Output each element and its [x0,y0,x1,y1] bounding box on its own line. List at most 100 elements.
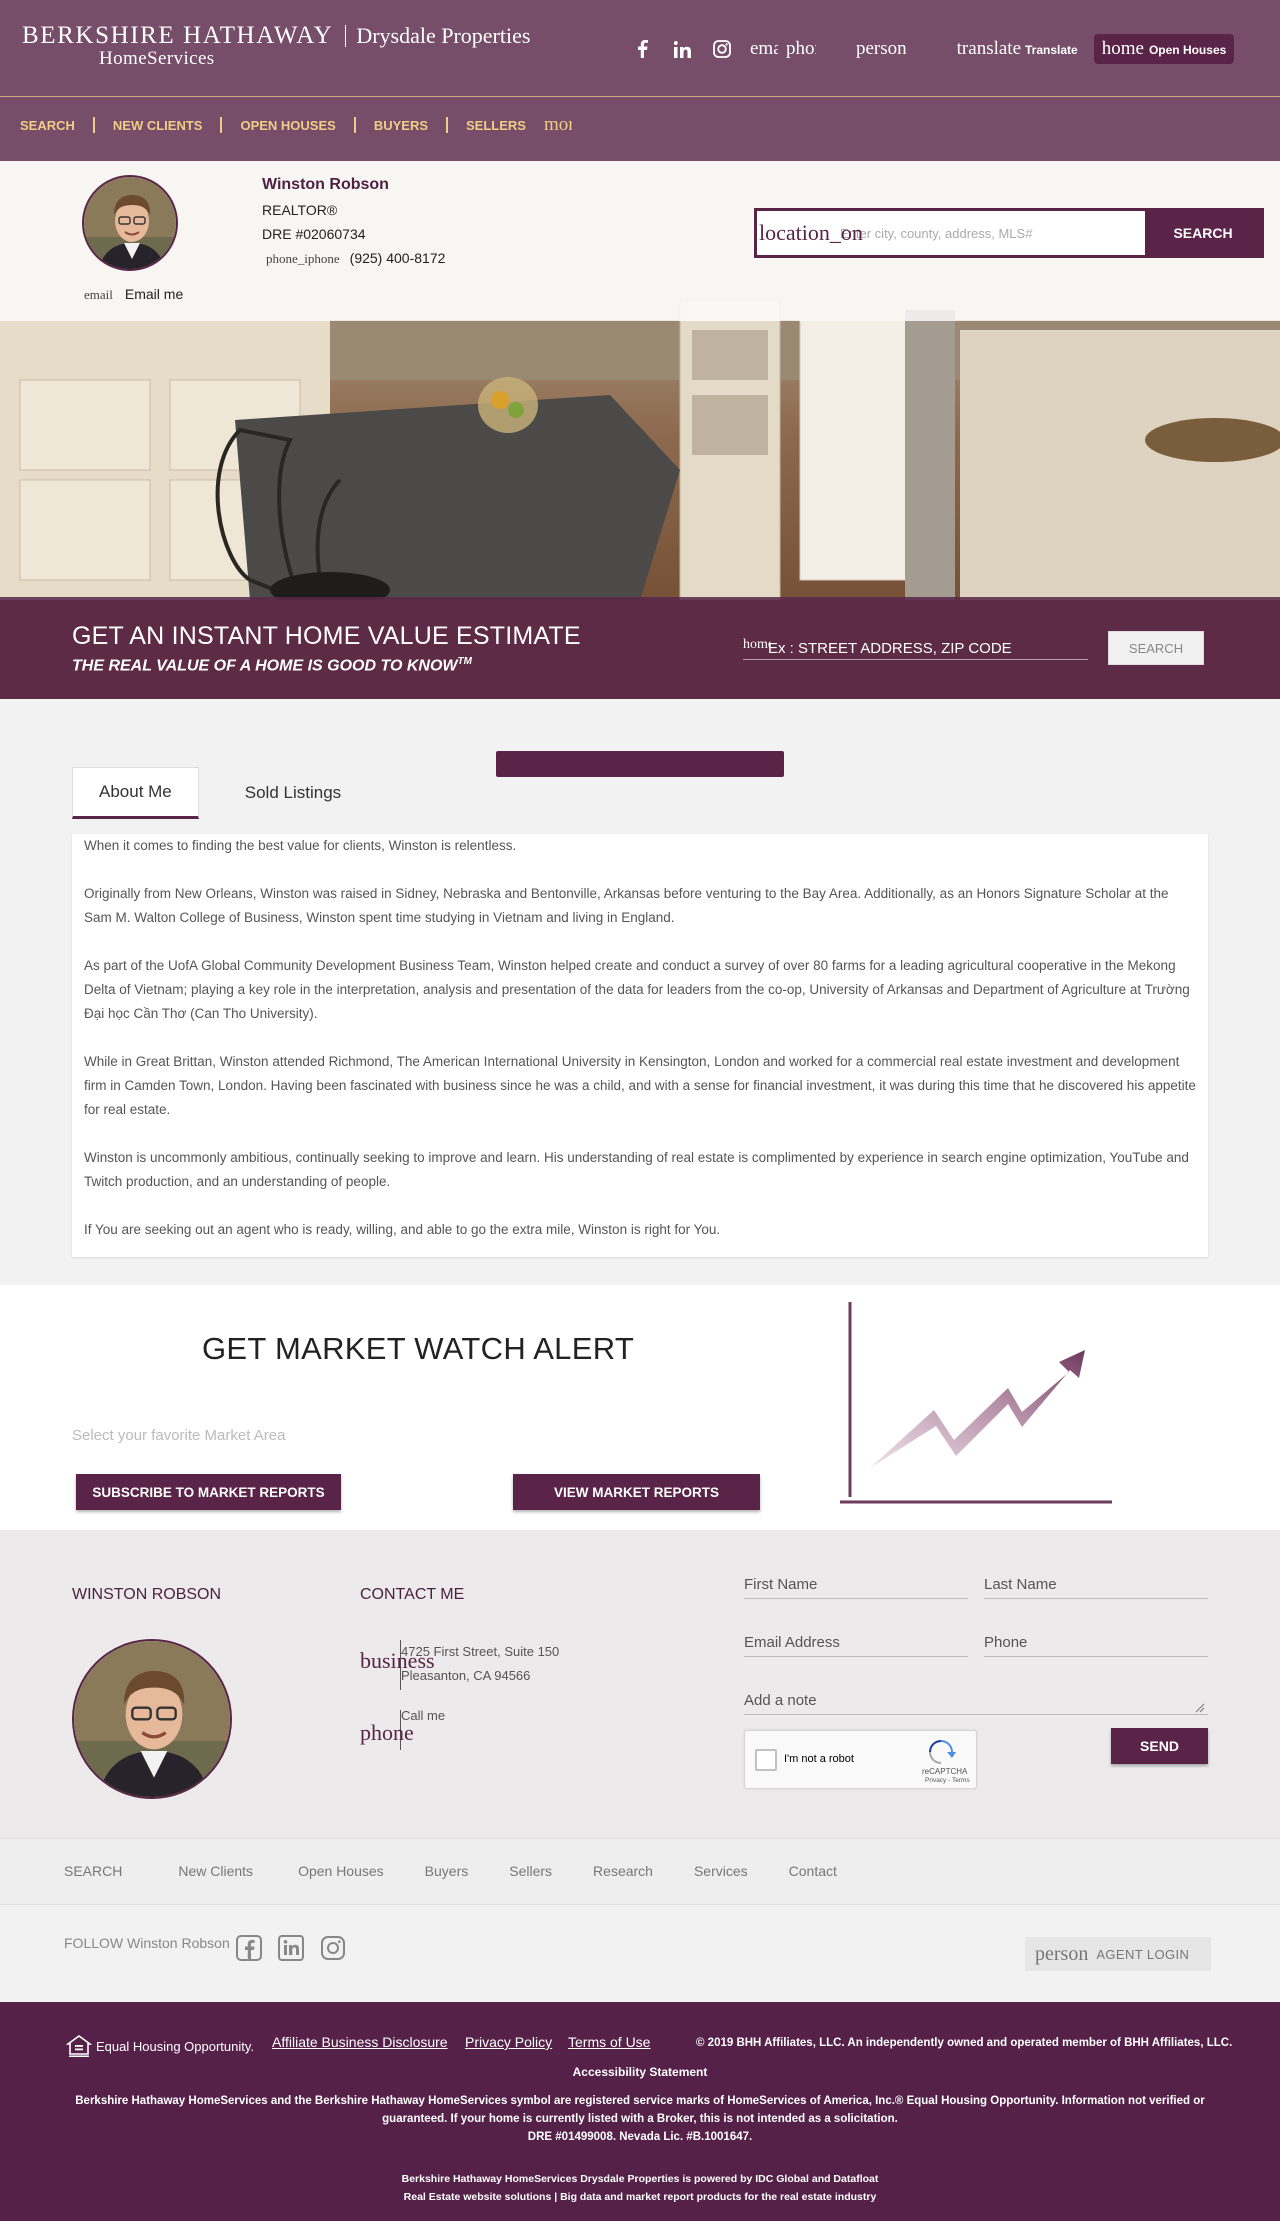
recaptcha-terms-link[interactable]: Privacy - Terms [925,1777,970,1784]
affiliate-disclosure-link[interactable]: Affiliate Business Disclosure [272,2034,448,2050]
mobile-phone-icon: phone_iphone [266,251,340,266]
nav-search[interactable]: SEARCH [20,118,75,133]
home-icon: home [743,637,771,652]
copyright-text: © 2019 BHH Affiliates, LLC. An independe… [696,2037,1233,2049]
powered-by: Berkshire Hathaway HomeServices Drysdale… [0,2170,1280,2206]
first-name-input[interactable] [744,1571,968,1599]
recaptcha-widget: I'm not a robot reCAPTCHA Privacy - Term… [744,1730,977,1789]
linkedin-icon[interactable] [278,1935,304,1961]
instagram-icon[interactable] [710,37,734,61]
location-icon: location_on [759,220,863,245]
nav-divider [220,117,223,133]
nav-open-houses[interactable]: OPEN HOUSES [240,118,335,133]
property-search-bar: location_on SEARCH [754,208,1264,258]
legal-disclaimer: Berkshire Hathaway HomeServices and the … [60,2092,1220,2146]
phone-icon[interactable]: phone [786,38,816,60]
privacy-policy-link[interactable]: Privacy Policy [465,2034,552,2050]
footer-link-sellers[interactable]: Sellers [509,1863,552,1879]
about-paragraph: When it comes to finding the best value … [84,838,517,853]
legal-text: Berkshire Hathaway HomeServices and the … [75,2095,1205,2125]
nav-buyers[interactable]: BUYERS [374,118,428,133]
recaptcha-label: I'm not a robot [784,1753,854,1765]
brand-name: BERKSHIRE HATHAWAY [22,22,334,49]
translate-icon: translate [956,38,1022,59]
send-button[interactable]: SEND [1111,1728,1208,1764]
email-icon: email [84,287,113,302]
email-icon[interactable]: email [750,38,778,60]
nav-sellers[interactable]: SELLERS [466,118,526,133]
follow-bar: FOLLOW Winston Robson person AGENT LOGIN [0,1905,1280,2002]
agent-avatar [82,175,178,271]
accessibility-statement-link[interactable]: Accessibility Statement [0,2065,1280,2079]
agent-name[interactable]: Winston Robson [262,176,445,194]
page: BERKSHIRE HATHAWAY Drysdale Properties H… [0,0,1280,2221]
about-paragraph: While in Great Brittan, Winston attended… [84,1054,1196,1117]
subscribe-market-reports-button[interactable]: SUBSCRIBE TO MARKET REPORTS [76,1474,341,1510]
about-me-panel: When it comes to finding the best value … [72,834,1208,1257]
home-value-search-button[interactable]: SEARCH [1108,631,1204,665]
tab-about-me[interactable]: About Me [72,767,199,819]
facebook-icon[interactable] [236,1935,262,1961]
note-textarea[interactable] [744,1687,1208,1715]
home-icon: home [1101,38,1144,59]
contact-me-heading: CONTACT ME [360,1586,465,1603]
property-search-button[interactable]: SEARCH [1145,211,1261,255]
footer-link-new-clients[interactable]: New Clients [178,1863,253,1879]
open-houses-button[interactable]: home Open Houses [1093,34,1235,64]
last-name-input[interactable] [984,1571,1208,1599]
powered-by-line-2[interactable]: Real Estate website solutions | Big data… [0,2188,1280,2206]
resize-handle-icon[interactable] [1193,1701,1205,1713]
footer-link-services[interactable]: Services [694,1863,748,1879]
email-address-input[interactable] [744,1629,968,1657]
facebook-icon[interactable] [630,37,654,61]
footer-link-search[interactable]: SEARCH [64,1863,122,1879]
footer-nav: SEARCH New Clients Open Houses Buyers Se… [0,1838,1280,1905]
header-divider [0,96,1280,97]
person-icon: person [1035,1942,1089,1965]
footer-links-row: Equal Housing Opportunity. Affiliate Bus… [0,2032,1280,2057]
terms-of-use-link[interactable]: Terms of Use [568,2034,650,2050]
person-icon[interactable]: person [856,38,907,60]
view-market-reports-button[interactable]: VIEW MARKET REPORTS [513,1474,760,1510]
market-watch-title: GET MARKET WATCH ALERT [202,1331,635,1366]
main-nav: SEARCH NEW CLIENTS OPEN HOUSES BUYERS SE… [20,114,572,136]
footer-link-contact[interactable]: Contact [789,1863,837,1879]
office-name: Drysdale Properties [356,23,531,48]
translate-button[interactable]: translate Translate [957,38,1078,60]
profile-tabs: About Me Sold Listings [72,767,387,819]
linkedin-icon[interactable] [670,37,694,61]
agent-login-button[interactable]: person AGENT LOGIN [1025,1937,1211,1971]
home-value-field: home [743,636,1088,660]
nav-divider [446,117,449,133]
open-houses-label: Open Houses [1148,43,1227,57]
market-area-select[interactable]: Select your favorite Market Area [72,1427,285,1444]
tab-sold-listings[interactable]: Sold Listings [199,767,387,819]
call-me-link[interactable]: phone Call me [360,1708,461,1750]
phone-input[interactable] [984,1629,1208,1657]
hero-section: BERKSHIRE HATHAWAY Drysdale Properties H… [0,0,1280,699]
home-address-input[interactable] [768,636,1088,660]
footer-link-research[interactable]: Research [593,1863,653,1879]
brand-logo[interactable]: BERKSHIRE HATHAWAY Drysdale Properties H… [22,22,530,70]
more-icon[interactable]: more_horiz [544,114,572,136]
contact-section: WINSTON ROBSON CONTACT ME business 4725 … [0,1530,1280,1838]
agent-phone[interactable]: phone_iphone (925) 400-8172 [262,250,445,267]
about-paragraph: Winston is uncommonly ambitious, continu… [84,1150,1189,1189]
nav-new-clients[interactable]: NEW CLIENTS [113,118,203,133]
address-text: 4725 First Street, Suite 150 Pleasanton,… [401,1640,559,1690]
agent-phone-number: (925) 400-8172 [349,250,446,266]
address-line-2: Pleasanton, CA 94566 [401,1668,531,1683]
equal-housing-label: Equal Housing Opportunity. [96,2038,255,2054]
call-me-label: Call me [401,1708,446,1723]
footer-link-open-houses[interactable]: Open Houses [298,1863,384,1879]
legal-footer: Equal Housing Opportunity. Affiliate Bus… [0,2002,1280,2221]
address-line-1: 4725 First Street, Suite 150 [401,1644,560,1659]
email-me-link[interactable]: email Email me [84,286,183,303]
phone-icon: phone [360,1720,414,1745]
instagram-icon[interactable] [320,1935,346,1961]
footer-link-buyers[interactable]: Buyers [425,1863,469,1879]
powered-by-line-1[interactable]: Berkshire Hathaway HomeServices Drysdale… [0,2170,1280,2188]
recaptcha-checkbox[interactable] [755,1749,777,1771]
footer-nav-links: SEARCH New Clients Open Houses Buyers Se… [64,1863,837,1879]
logo-divider [345,25,347,47]
